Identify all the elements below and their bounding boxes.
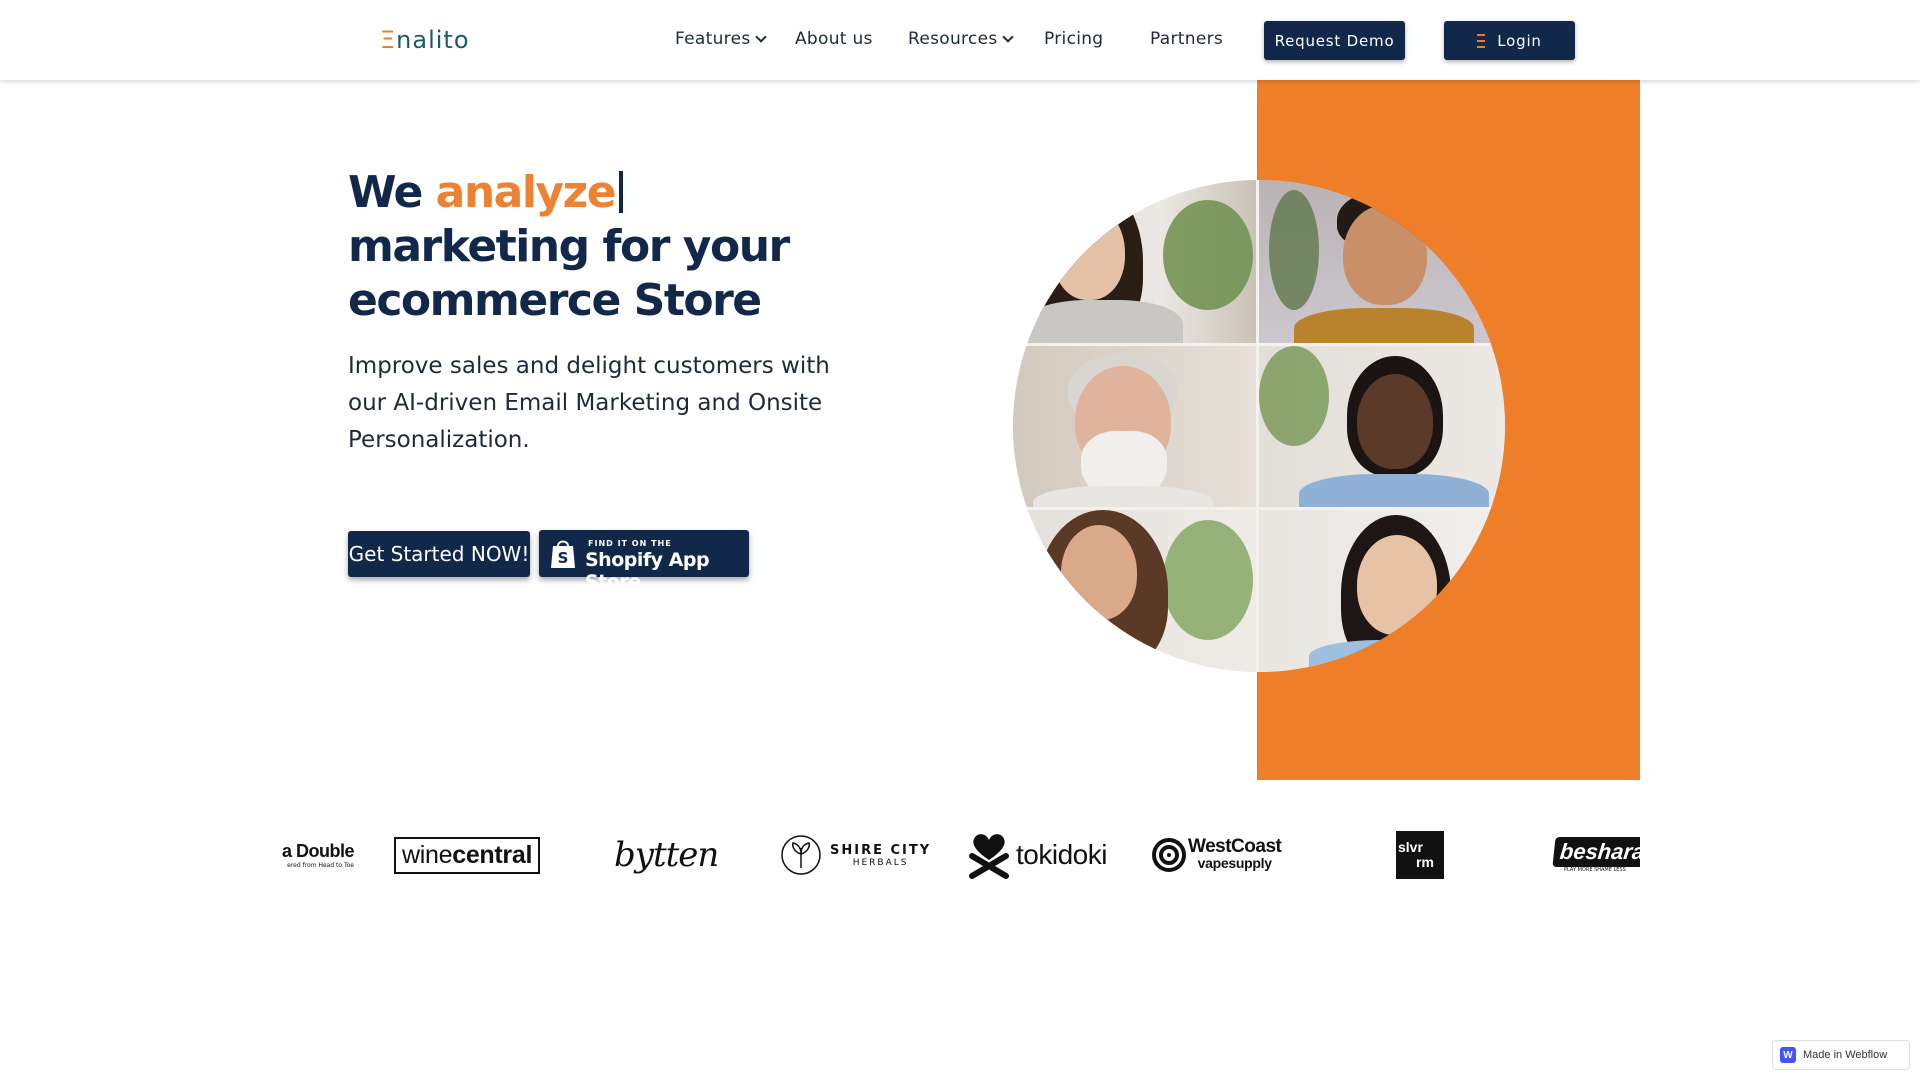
- nav-features-label: Features: [675, 29, 751, 49]
- shopify-app-store-button[interactable]: S FIND IT ON THE Shopify App Store: [539, 530, 749, 593]
- shopify-big-text: Shopify App Store: [585, 549, 710, 593]
- hero-headline: We analyze marketing for your ecommerce …: [348, 165, 948, 328]
- headline-prefix: We: [348, 167, 423, 218]
- headline-line-3: ecommerce Store: [348, 275, 762, 326]
- collage-divider: [1013, 343, 1505, 346]
- nav-pricing[interactable]: Pricing: [1044, 29, 1103, 49]
- tokidoki-heart-icon: [969, 834, 1009, 879]
- logo-text: nalito: [396, 26, 470, 54]
- logo-westcoast-vapesupply: WestCoast vapesupply: [1152, 820, 1282, 890]
- svg-text:S: S: [558, 549, 569, 567]
- webflow-badge-label: Made in Webflow: [1803, 1049, 1888, 1061]
- nav-partners-label: Partners: [1150, 29, 1224, 49]
- login-button[interactable]: Login: [1444, 21, 1575, 60]
- logo-a-double: a Double ered from Head to Toe: [281, 841, 355, 869]
- get-started-label: Get Started NOW!: [348, 542, 530, 566]
- nav-partners[interactable]: Partners: [1150, 29, 1223, 49]
- headline-line-2: marketing for your: [348, 221, 790, 272]
- westcoast-swirl-icon: [1152, 838, 1186, 872]
- nav-resources-label: Resources: [908, 29, 998, 49]
- typing-cursor: [619, 171, 624, 213]
- logo-winecentral: winecentral: [394, 820, 541, 890]
- chevron-down-icon: [754, 31, 767, 43]
- collage-divider: [1256, 180, 1259, 672]
- nav-about-us[interactable]: About us: [795, 29, 873, 49]
- logo-e-glyph: Ξ: [380, 26, 397, 54]
- shopify-bag-icon: S: [551, 540, 575, 568]
- photo-woman-smiling: [1013, 180, 1256, 343]
- request-demo-label: Request Demo: [1274, 31, 1395, 50]
- logo-slvr-rm: slvr rm: [1396, 820, 1444, 890]
- nav-pricing-label: Pricing: [1044, 29, 1104, 49]
- request-demo-button[interactable]: Request Demo: [1264, 21, 1405, 60]
- shire-city-leaf-icon: [781, 835, 821, 875]
- logo-shire-city-herbals: SHIRE CITY HERBALS: [780, 820, 931, 890]
- client-logos-strip: a Double ered from Head to Toe winecentr…: [280, 820, 1640, 890]
- site-header: Ξnalito Features About us Resources Pric…: [0, 0, 1920, 80]
- shopify-small-text: FIND IT ON THE: [588, 539, 672, 548]
- nav-features[interactable]: Features: [675, 29, 767, 49]
- enalito-logo[interactable]: Ξnalito: [380, 26, 470, 54]
- get-started-button[interactable]: Get Started NOW!: [348, 531, 530, 577]
- webflow-icon: W: [1780, 1047, 1796, 1063]
- photo-older-man-beard: [1013, 346, 1256, 507]
- nav-about-label: About us: [795, 29, 873, 49]
- chevron-down-icon: [1001, 31, 1014, 43]
- collage-divider: [1013, 507, 1505, 510]
- photo-woman-smiling-asian: [1259, 510, 1505, 672]
- photo-woman-dark-hair: [1259, 346, 1505, 507]
- login-icon: [1477, 33, 1486, 48]
- hero-subtext: Improve sales and delight customers with…: [348, 353, 830, 453]
- photo-man-smiling: [1259, 180, 1505, 343]
- logo-tokidoki: tokidoki: [966, 820, 1107, 890]
- photo-woman-curly-hair: [1013, 510, 1256, 672]
- customer-photo-collage: [1013, 180, 1505, 672]
- headline-accent-word: analyze: [435, 167, 617, 218]
- logo-bytten: bytten: [614, 835, 719, 875]
- nav-resources[interactable]: Resources: [908, 29, 1014, 49]
- login-label: Login: [1497, 31, 1542, 50]
- made-in-webflow-badge[interactable]: W Made in Webflow: [1772, 1040, 1910, 1070]
- logo-besharam: besharam PLAY MORE SHAME LESS: [1552, 820, 1640, 890]
